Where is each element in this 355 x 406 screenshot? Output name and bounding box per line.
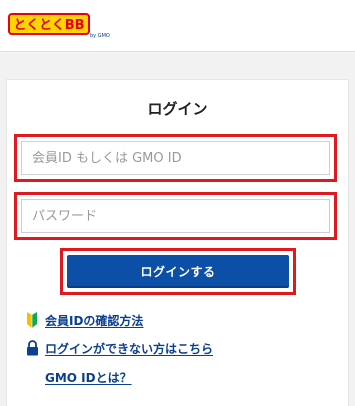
- link-member-id-help[interactable]: 会員IDの確認方法: [24, 311, 143, 329]
- member-id-input[interactable]: [21, 141, 330, 175]
- tokutoku-bb-logo[interactable]: とくとくBB by GMO: [8, 10, 110, 40]
- logo-text: とくとくBB: [13, 18, 84, 33]
- login-title: ログイン: [147, 100, 208, 118]
- beginner-mark-icon: [24, 311, 40, 329]
- password-input[interactable]: [21, 199, 330, 233]
- link-what-is-gmo-id[interactable]: GMO IDとは？: [45, 369, 132, 386]
- link-label[interactable]: 会員IDの確認方法: [45, 312, 143, 329]
- logo-suffix: by GMO: [90, 33, 110, 39]
- lock-icon: [24, 339, 40, 357]
- site-header: とくとくBB by GMO: [0, 0, 355, 52]
- login-submit-button[interactable]: ログインする: [67, 255, 289, 288]
- link-cannot-login[interactable]: ログインができない方はこちら: [24, 339, 213, 357]
- link-label[interactable]: GMO IDとは？: [45, 369, 132, 386]
- link-label[interactable]: ログインができない方はこちら: [45, 340, 213, 357]
